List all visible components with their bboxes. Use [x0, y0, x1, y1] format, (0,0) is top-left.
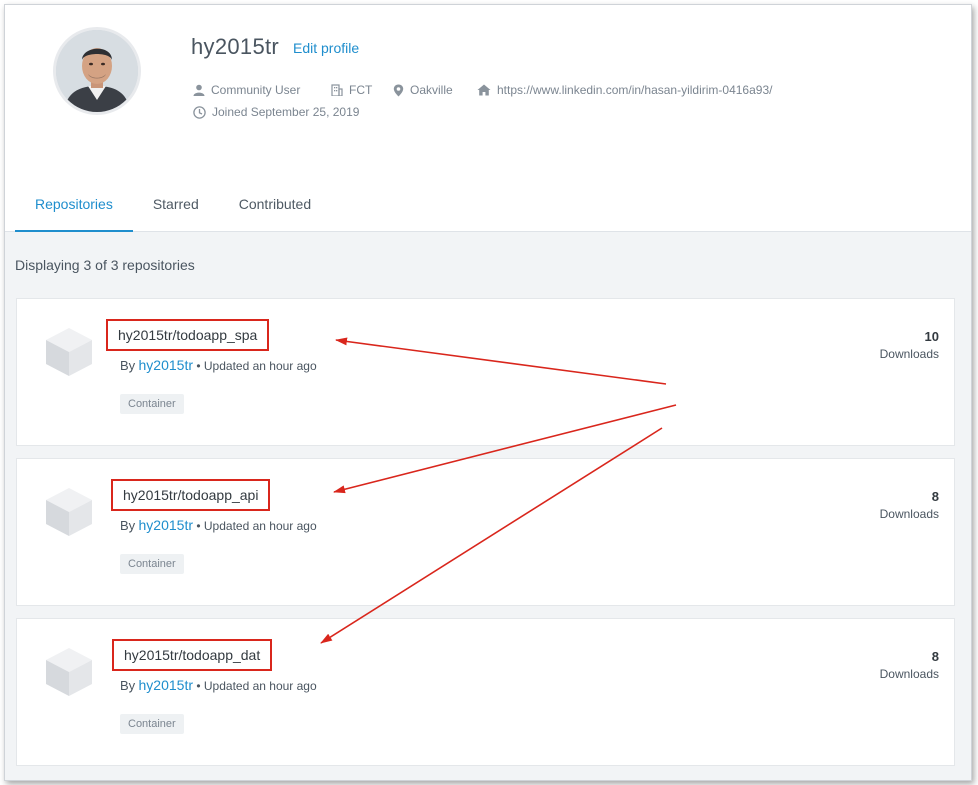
- by-label: By: [120, 518, 136, 533]
- profile-role: Community User: [193, 83, 300, 97]
- repository-card[interactable]: hy2015tr/todoapp_api By hy2015tr • Updat…: [16, 458, 955, 606]
- profile-page: hy2015tr Edit profile Community User FCT…: [4, 4, 972, 781]
- repository-name-link[interactable]: hy2015tr/todoapp_spa: [106, 319, 270, 351]
- tab-starred[interactable]: Starred: [133, 177, 219, 231]
- tab-repositories[interactable]: Repositories: [15, 177, 133, 232]
- edit-profile-link[interactable]: Edit profile: [293, 40, 359, 56]
- repository-count: Displaying 3 of 3 repositories: [15, 257, 195, 273]
- owner-link[interactable]: hy2015tr: [139, 357, 193, 373]
- repository-name-link[interactable]: hy2015tr/todoapp_dat: [112, 639, 273, 671]
- owner-link[interactable]: hy2015tr: [139, 677, 193, 693]
- location-text: Oakville: [410, 83, 453, 97]
- repository-byline: By hy2015tr • Updated an hour ago: [120, 357, 317, 373]
- company-text: FCT: [349, 83, 373, 97]
- repository-cube-icon: [46, 488, 92, 536]
- tab-contributed[interactable]: Contributed: [219, 177, 331, 231]
- map-pin-icon: [393, 84, 404, 96]
- website-link[interactable]: https://www.linkedin.com/in/hasan-yildir…: [497, 83, 772, 97]
- repository-byline: By hy2015tr • Updated an hour ago: [120, 677, 317, 693]
- profile-website[interactable]: https://www.linkedin.com/in/hasan-yildir…: [477, 83, 772, 97]
- by-label: By: [120, 358, 136, 373]
- downloads-label: Downloads: [879, 667, 939, 681]
- download-count: 8: [931, 649, 939, 664]
- updated-text: • Updated an hour ago: [196, 359, 317, 373]
- repository-card[interactable]: hy2015tr/todoapp_spa By hy2015tr • Updat…: [16, 298, 955, 446]
- repository-byline: By hy2015tr • Updated an hour ago: [120, 517, 317, 533]
- downloads-label: Downloads: [879, 347, 939, 361]
- profile-username: hy2015tr: [191, 34, 280, 59]
- role-text: Community User: [211, 83, 301, 97]
- download-count: 10: [924, 329, 939, 344]
- building-icon: [331, 84, 343, 96]
- container-badge: Container: [120, 554, 184, 574]
- user-icon: [193, 84, 205, 96]
- by-label: By: [120, 678, 136, 693]
- profile-joined: Joined September 25, 2019: [193, 105, 359, 119]
- updated-text: • Updated an hour ago: [196, 519, 317, 533]
- profile-tabs: Repositories Starred Contributed: [15, 177, 331, 232]
- repository-name-link[interactable]: hy2015tr/todoapp_api: [111, 479, 271, 511]
- updated-text: • Updated an hour ago: [196, 679, 317, 693]
- download-count: 8: [931, 489, 939, 504]
- container-badge: Container: [120, 714, 184, 734]
- home-icon: [477, 84, 491, 96]
- downloads-label: Downloads: [879, 507, 939, 521]
- joined-text: Joined September 25, 2019: [212, 105, 360, 119]
- repository-cube-icon: [46, 648, 92, 696]
- avatar: [53, 27, 141, 115]
- profile-location: Oakville: [393, 83, 453, 97]
- repository-cube-icon: [46, 328, 92, 376]
- owner-link[interactable]: hy2015tr: [139, 517, 193, 533]
- clock-icon: [193, 105, 206, 119]
- profile-company: FCT: [331, 83, 372, 97]
- container-badge: Container: [120, 394, 184, 414]
- profile-header: hy2015tr Edit profile Community User FCT…: [5, 5, 971, 232]
- repository-card[interactable]: hy2015tr/todoapp_dat By hy2015tr • Updat…: [16, 618, 955, 766]
